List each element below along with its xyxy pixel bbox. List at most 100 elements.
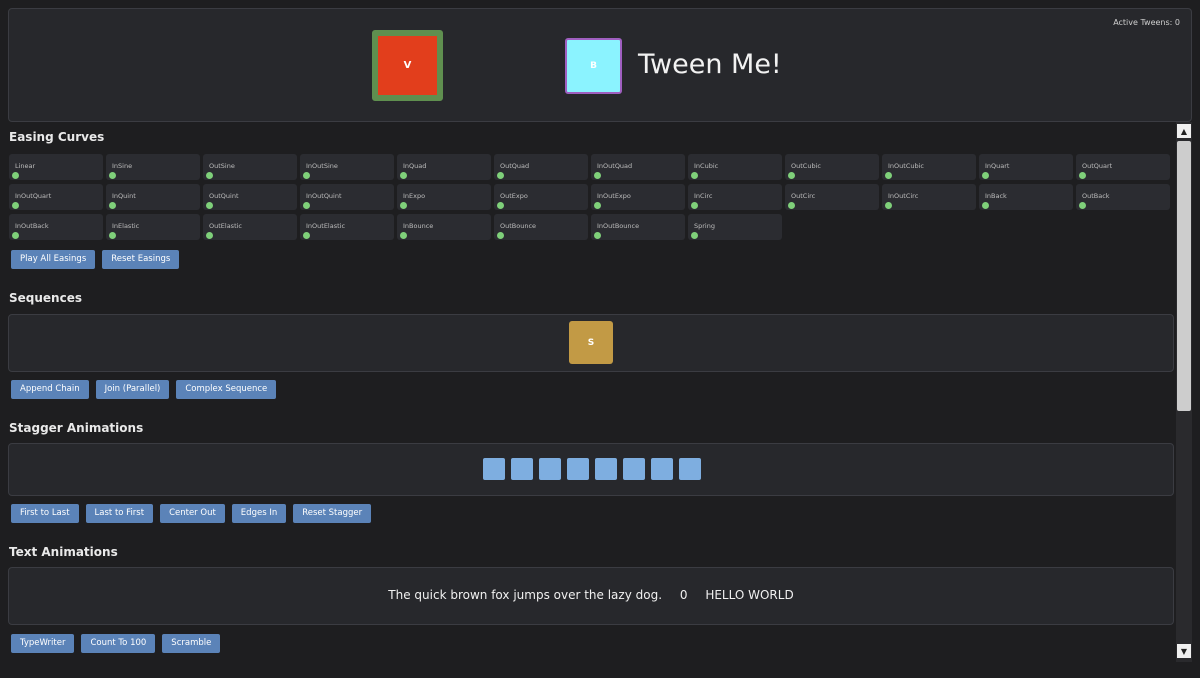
easing-cell[interactable]: InOutQuad bbox=[591, 154, 685, 180]
easing-grid: Linear InSine OutSine InOutSine InQuad OutQua… bbox=[9, 154, 1174, 240]
easing-cell[interactable]: InOutBack bbox=[9, 214, 103, 240]
easing-label: InSine bbox=[112, 162, 133, 170]
easing-cell[interactable]: InQuint bbox=[106, 184, 200, 210]
easing-cell[interactable]: InOutExpo bbox=[591, 184, 685, 210]
easing-button-row: Play All Easings Reset Easings bbox=[11, 250, 180, 269]
easing-section-title: Easing Curves bbox=[9, 130, 105, 144]
easing-cell[interactable]: InOutQuart bbox=[9, 184, 103, 210]
stagger-box bbox=[595, 458, 617, 480]
reset-stagger-button[interactable]: Reset Stagger bbox=[293, 504, 372, 523]
easing-cell[interactable]: Linear bbox=[9, 154, 103, 180]
sequence-box-s: S bbox=[569, 321, 613, 364]
text-animations-section-title: Text Animations bbox=[9, 545, 118, 559]
easing-cell[interactable]: InExpo bbox=[397, 184, 491, 210]
vertical-scrollbar[interactable]: ▲ ▼ bbox=[1176, 122, 1192, 662]
easing-cell[interactable]: OutQuad bbox=[494, 154, 588, 180]
stagger-box bbox=[679, 458, 701, 480]
main-scroll-area[interactable]: Easing Curves Linear InSine OutSine InOutSi… bbox=[0, 122, 1176, 678]
edges-in-button[interactable]: Edges In bbox=[231, 504, 287, 523]
scroll-up-arrow-icon[interactable]: ▲ bbox=[1177, 124, 1191, 138]
easing-cell[interactable]: InElastic bbox=[106, 214, 200, 240]
easing-cell[interactable]: InOutCirc bbox=[882, 184, 976, 210]
counter-text: 0 bbox=[679, 588, 688, 602]
stagger-button-row: First to Last Last to First Center Out E… bbox=[11, 504, 372, 523]
last-to-first-button[interactable]: Last to First bbox=[85, 504, 154, 523]
easing-label: InOutExpo bbox=[597, 192, 631, 200]
append-chain-button[interactable]: Append Chain bbox=[11, 380, 89, 399]
easing-label: InOutBounce bbox=[597, 222, 640, 230]
easing-label: InBack bbox=[985, 192, 1007, 200]
join-parallel-button[interactable]: Join (Parallel) bbox=[95, 380, 170, 399]
count-to-100-button[interactable]: Count To 100 bbox=[81, 634, 156, 653]
easing-dot-icon bbox=[497, 202, 504, 209]
easing-label: InOutElastic bbox=[306, 222, 346, 230]
easing-dot-icon bbox=[982, 172, 989, 179]
box-v-label: V bbox=[403, 60, 412, 71]
scramble-button[interactable]: Scramble bbox=[162, 634, 221, 653]
easing-label: InQuart bbox=[985, 162, 1010, 170]
easing-label: InQuint bbox=[112, 192, 136, 200]
easing-cell[interactable]: InOutQuint bbox=[300, 184, 394, 210]
easing-cell[interactable]: InOutBounce bbox=[591, 214, 685, 240]
easing-cell[interactable]: OutBack bbox=[1076, 184, 1170, 210]
easing-cell[interactable]: InSine bbox=[106, 154, 200, 180]
easing-cell[interactable]: OutSine bbox=[203, 154, 297, 180]
text-animation-panel: The quick brown fox jumps over the lazy … bbox=[8, 567, 1174, 625]
easing-dot-icon bbox=[594, 232, 601, 239]
first-to-last-button[interactable]: First to Last bbox=[11, 504, 79, 523]
easing-cell[interactable]: OutQuart bbox=[1076, 154, 1170, 180]
tween-title: Tween Me! bbox=[638, 49, 782, 80]
easing-cell[interactable]: InOutElastic bbox=[300, 214, 394, 240]
tween-box-v: V bbox=[372, 30, 443, 101]
easing-dot-icon bbox=[594, 202, 601, 209]
easing-cell[interactable]: InBack bbox=[979, 184, 1073, 210]
easing-cell[interactable]: InOutSine bbox=[300, 154, 394, 180]
typewriter-button[interactable]: TypeWriter bbox=[11, 634, 75, 653]
play-all-easings-button[interactable]: Play All Easings bbox=[11, 250, 96, 269]
text-animation-row: The quick brown fox jumps over the lazy … bbox=[9, 588, 1173, 602]
stagger-box bbox=[623, 458, 645, 480]
easing-dot-icon bbox=[982, 202, 989, 209]
easing-label: OutQuart bbox=[1082, 162, 1113, 170]
easing-cell[interactable]: OutBounce bbox=[494, 214, 588, 240]
easing-label: InQuad bbox=[403, 162, 427, 170]
easing-dot-icon bbox=[788, 172, 795, 179]
scroll-down-arrow-icon[interactable]: ▼ bbox=[1177, 644, 1191, 658]
easing-cell[interactable]: InQuad bbox=[397, 154, 491, 180]
stagger-section-title: Stagger Animations bbox=[9, 421, 144, 435]
easing-label: OutExpo bbox=[500, 192, 528, 200]
easing-cell[interactable]: OutExpo bbox=[494, 184, 588, 210]
easing-label: OutSine bbox=[209, 162, 235, 170]
easing-label: OutElastic bbox=[209, 222, 242, 230]
easing-dot-icon bbox=[303, 232, 310, 239]
complex-sequence-button[interactable]: Complex Sequence bbox=[176, 380, 277, 399]
easing-label: OutQuad bbox=[500, 162, 530, 170]
easing-cell[interactable]: OutElastic bbox=[203, 214, 297, 240]
easing-cell[interactable]: InOutCubic bbox=[882, 154, 976, 180]
easing-label: InCubic bbox=[694, 162, 719, 170]
easing-label: InOutQuint bbox=[306, 192, 342, 200]
easing-label: InOutBack bbox=[15, 222, 49, 230]
easing-dot-icon bbox=[594, 172, 601, 179]
easing-cell[interactable]: InCubic bbox=[688, 154, 782, 180]
easing-cell[interactable]: OutCirc bbox=[785, 184, 879, 210]
easing-label: InOutQuart bbox=[15, 192, 52, 200]
easing-cell[interactable]: InQuart bbox=[979, 154, 1073, 180]
easing-dot-icon bbox=[885, 172, 892, 179]
easing-cell[interactable]: OutQuint bbox=[203, 184, 297, 210]
tween-box-b: B bbox=[565, 38, 622, 94]
easing-cell[interactable]: InBounce bbox=[397, 214, 491, 240]
reset-easings-button[interactable]: Reset Easings bbox=[102, 250, 180, 269]
easing-dot-icon bbox=[12, 172, 19, 179]
center-out-button[interactable]: Center Out bbox=[160, 504, 225, 523]
easing-label: OutQuint bbox=[209, 192, 239, 200]
easing-cell[interactable]: Spring bbox=[688, 214, 782, 240]
easing-label: InCirc bbox=[694, 192, 713, 200]
scroll-thumb[interactable] bbox=[1177, 141, 1191, 411]
easing-cell[interactable]: OutCubic bbox=[785, 154, 879, 180]
scramble-text: HELLO WORLD bbox=[705, 588, 794, 602]
easing-dot-icon bbox=[206, 172, 213, 179]
sequences-section-title: Sequences bbox=[9, 291, 82, 305]
stagger-box bbox=[651, 458, 673, 480]
easing-cell[interactable]: InCirc bbox=[688, 184, 782, 210]
